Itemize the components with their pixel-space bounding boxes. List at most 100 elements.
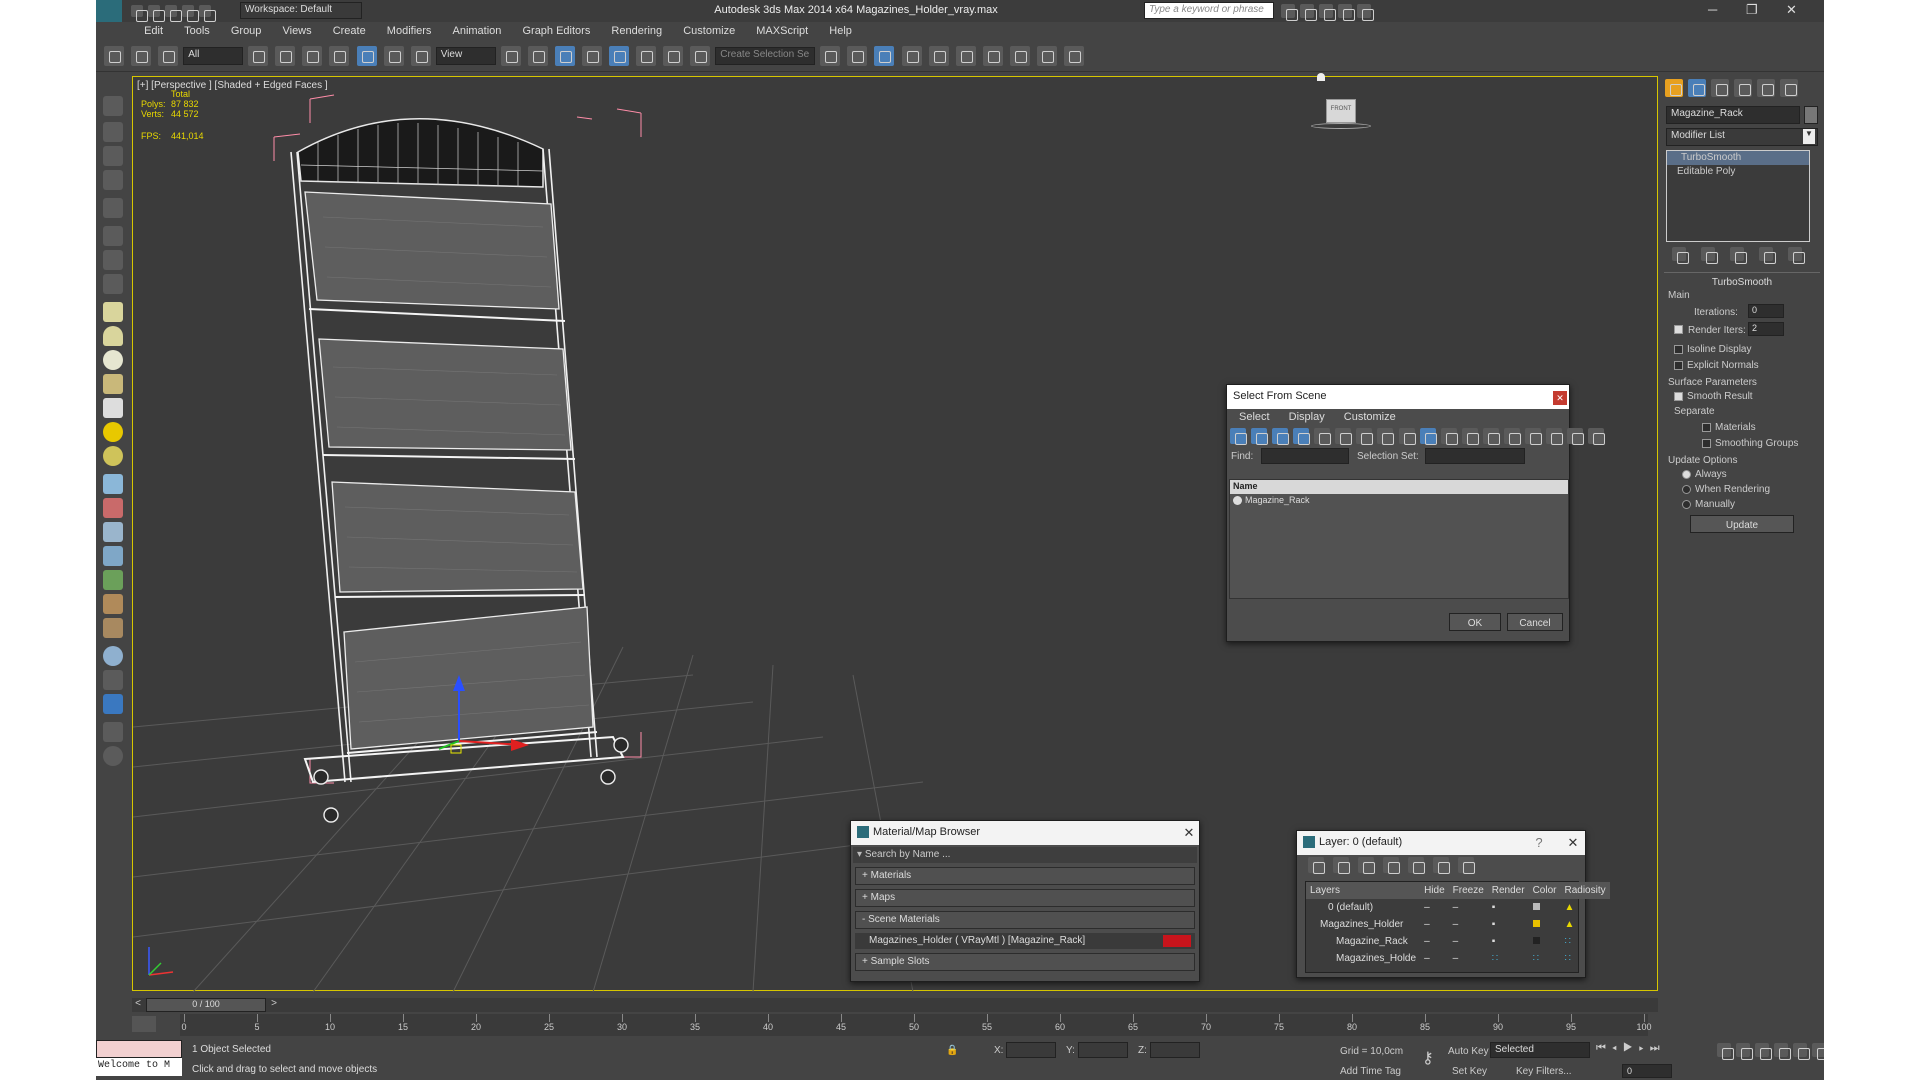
select-and-move-icon[interactable]	[356, 46, 377, 66]
layer-row[interactable]: Magazines_Holde ‒ ‒ ∷ ∷ ∷	[1306, 950, 1610, 967]
menu-animation[interactable]: Animation	[443, 22, 510, 40]
zoom-extents-icon[interactable]	[1755, 1043, 1773, 1060]
lock-icon[interactable]: 🔒	[946, 1045, 958, 1056]
always-radio[interactable]	[1682, 469, 1691, 479]
create-tab-icon[interactable]	[1665, 79, 1683, 97]
select-menu-customize[interactable]: Customize	[1336, 411, 1404, 423]
next-frame-icon[interactable]: >	[268, 998, 280, 1012]
viewcube-face[interactable]: FRONT	[1326, 99, 1356, 123]
when-rendering-radio[interactable]	[1682, 484, 1691, 494]
curve-editor-mini-icon[interactable]	[132, 1016, 156, 1032]
col-layers[interactable]: Layers	[1306, 882, 1420, 899]
menu-modifiers[interactable]: Modifiers	[378, 22, 441, 40]
save-icon[interactable]	[165, 5, 183, 22]
cancel-button[interactable]: Cancel	[1507, 613, 1563, 631]
dome-icon[interactable]	[103, 326, 123, 346]
redo-icon[interactable]	[199, 5, 217, 22]
scene-materials-section[interactable]: - Scene Materials	[855, 911, 1195, 929]
pin-stack-icon[interactable]	[1672, 247, 1689, 264]
delete-layer-icon[interactable]	[1333, 857, 1351, 874]
render-iters-checkbox[interactable]	[1674, 325, 1683, 334]
select-in-layer-icon[interactable]	[1383, 857, 1401, 874]
menu-graph-editors[interactable]: Graph Editors	[513, 22, 599, 40]
time-slider[interactable]: < 0 / 100 >	[132, 998, 1658, 1012]
teapot-icon[interactable]	[103, 374, 123, 394]
select-none-icon[interactable]	[1503, 428, 1521, 445]
menu-edit[interactable]: Edit	[135, 22, 172, 40]
zoom-all-icon[interactable]	[1736, 1043, 1754, 1060]
isoline-checkbox[interactable]	[1674, 344, 1683, 354]
col-radiosity[interactable]: Radiosity	[1560, 882, 1609, 899]
smoothing-groups-checkbox[interactable]	[1702, 438, 1711, 448]
rollout-title[interactable]: TurboSmooth	[1664, 272, 1820, 288]
z-coordinate-field[interactable]	[1150, 1042, 1200, 1058]
rendered-frame-window-icon[interactable]	[1036, 46, 1057, 66]
maximize-icon[interactable]: ❐	[1746, 2, 1758, 18]
edit-named-selection-icon[interactable]	[690, 46, 711, 66]
col-color[interactable]: Color	[1529, 882, 1561, 899]
box-icon[interactable]	[103, 302, 123, 322]
layer-help-icon[interactable]: ?	[1531, 835, 1547, 851]
menu-group[interactable]: Group	[222, 22, 271, 40]
keyword-search-input[interactable]: Type a keyword or phrase	[1144, 2, 1274, 19]
named-selection-set-dropdown[interactable]: Create Selection Se	[715, 47, 816, 65]
add-time-tag[interactable]: Add Time Tag	[1340, 1066, 1401, 1077]
help-icon[interactable]	[1357, 4, 1375, 21]
y-coordinate-field[interactable]	[1078, 1042, 1128, 1058]
stack-item-editable-poly[interactable]: Editable Poly	[1667, 165, 1809, 179]
display-xrefs-icon[interactable]	[1377, 428, 1395, 445]
object-color-swatch[interactable]	[1804, 106, 1818, 124]
options-icon[interactable]	[1588, 428, 1606, 445]
highlight-layer-icon[interactable]	[1408, 857, 1426, 874]
graphite-ribbon-icon[interactable]	[901, 46, 922, 66]
col-hide[interactable]: Hide	[1420, 882, 1449, 899]
select-dialog-close-icon[interactable]: ✕	[1553, 391, 1567, 405]
key-filters-button[interactable]: Key Filters...	[1516, 1066, 1572, 1077]
viewport-config-icon[interactable]	[103, 694, 123, 714]
iterations-spinner[interactable]: 0	[1748, 304, 1784, 318]
angle-snap-icon[interactable]	[609, 46, 629, 66]
smooth-result-checkbox[interactable]	[1674, 391, 1683, 401]
menu-maxscript[interactable]: MAXScript	[747, 22, 817, 40]
sun-icon[interactable]	[103, 422, 123, 442]
select-and-scale-icon[interactable]	[410, 46, 431, 66]
current-frame-field[interactable]: 0	[1622, 1064, 1672, 1078]
utility-icon[interactable]	[103, 722, 123, 742]
menu-create[interactable]: Create	[324, 22, 375, 40]
selection-set-dropdown[interactable]	[1425, 448, 1525, 464]
grid-icon[interactable]	[103, 170, 123, 190]
display-bones-icon[interactable]	[1398, 428, 1416, 445]
find-input[interactable]	[1261, 448, 1349, 464]
configure-sets-icon[interactable]	[1788, 247, 1806, 264]
materials-section[interactable]: + Materials	[855, 867, 1195, 885]
curve-editor-icon[interactable]	[928, 46, 949, 66]
utilities-tab-icon[interactable]	[1780, 79, 1799, 97]
select-invert-icon[interactable]	[1524, 428, 1542, 445]
display-frozen-icon[interactable]	[1440, 428, 1458, 445]
mirror-icon[interactable]	[820, 46, 841, 66]
render-setup-icon[interactable]	[1009, 46, 1030, 66]
motion-tab-icon[interactable]	[1734, 79, 1753, 97]
reference-coordinate-dropdown[interactable]: View	[435, 47, 496, 65]
unlink-icon[interactable]	[131, 46, 152, 66]
light-icon[interactable]	[103, 198, 123, 218]
list-icon[interactable]	[103, 146, 123, 166]
dynamics-icon[interactable]	[103, 498, 123, 518]
render-iters-spinner[interactable]: 2	[1748, 322, 1784, 336]
modifier-list-dropdown[interactable]: Modifier List ▼	[1666, 128, 1818, 146]
selected-dropdown[interactable]: Selected	[1490, 1042, 1590, 1058]
image-icon[interactable]	[103, 670, 123, 690]
spacewarp-icon[interactable]	[103, 274, 123, 294]
field-of-view-icon[interactable]	[1793, 1043, 1811, 1060]
selection-filter-dropdown[interactable]: All	[183, 47, 244, 65]
display-tab-icon[interactable]	[1757, 79, 1776, 97]
col-freeze[interactable]: Freeze	[1449, 882, 1488, 899]
character-icon[interactable]	[103, 522, 123, 542]
percent-snap-icon[interactable]	[636, 46, 657, 66]
align-icon[interactable]	[847, 46, 868, 66]
menu-help[interactable]: Help	[820, 22, 861, 40]
bind-space-warp-icon[interactable]	[158, 46, 179, 66]
go-to-end-icon[interactable]: ⏭	[1650, 1042, 1666, 1054]
cloth-icon[interactable]	[103, 618, 123, 638]
set-key-button[interactable]: Set Key	[1452, 1066, 1487, 1077]
